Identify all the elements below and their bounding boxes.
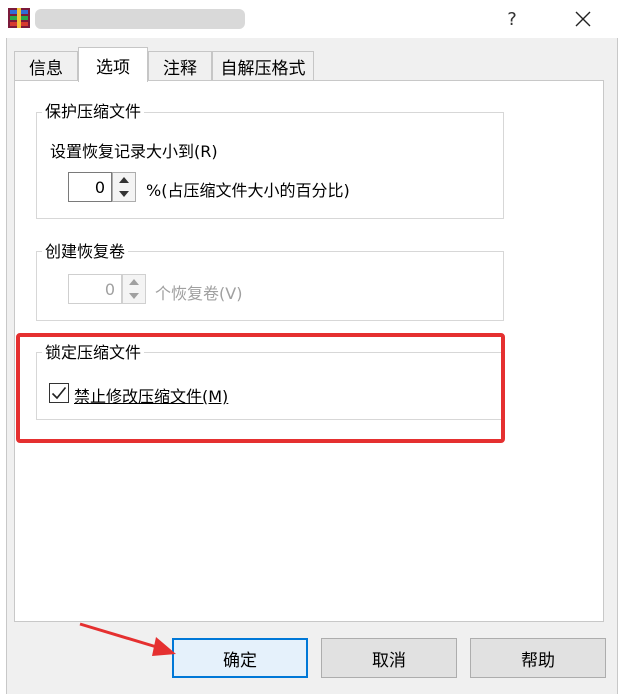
close-button[interactable]	[560, 0, 606, 38]
recovery-record-unit: %(占压缩文件大小的百分比)	[146, 181, 350, 200]
tab-options[interactable]: 选项	[78, 47, 148, 82]
spin-down-icon[interactable]	[113, 187, 135, 201]
close-icon	[575, 11, 591, 27]
highlight-annotation	[16, 333, 505, 443]
help-title-button[interactable]: ?	[489, 0, 535, 38]
recovery-volumes-spinner	[122, 274, 146, 304]
arrow-annotation-icon	[79, 622, 176, 656]
spin-up-icon[interactable]	[113, 173, 135, 187]
winrar-app-icon	[8, 8, 30, 28]
ok-button[interactable]: 确定	[172, 638, 308, 678]
protect-group	[36, 112, 504, 219]
title-bar: ?	[0, 0, 620, 38]
recovery-volumes-input: 0	[68, 274, 122, 304]
tab-sfx[interactable]: 自解压格式	[212, 51, 314, 81]
spin-up-icon	[123, 275, 145, 289]
cancel-button[interactable]: 取消	[321, 638, 457, 678]
recovery-volumes-title: 创建恢复卷	[42, 243, 129, 261]
recovery-record-input[interactable]: 0	[68, 172, 112, 202]
tab-info[interactable]: 信息	[14, 51, 78, 81]
recovery-record-spinner[interactable]	[112, 172, 136, 202]
spin-down-icon	[123, 289, 145, 303]
redacted-title	[35, 9, 245, 29]
recovery-volumes-unit: 个恢复卷(V)	[155, 284, 243, 303]
protect-group-title: 保护压缩文件	[42, 103, 145, 121]
help-button[interactable]: 帮助	[470, 638, 606, 678]
tab-comment[interactable]: 注释	[148, 51, 212, 81]
recovery-record-label: 设置恢复记录大小到(R)	[50, 142, 218, 161]
